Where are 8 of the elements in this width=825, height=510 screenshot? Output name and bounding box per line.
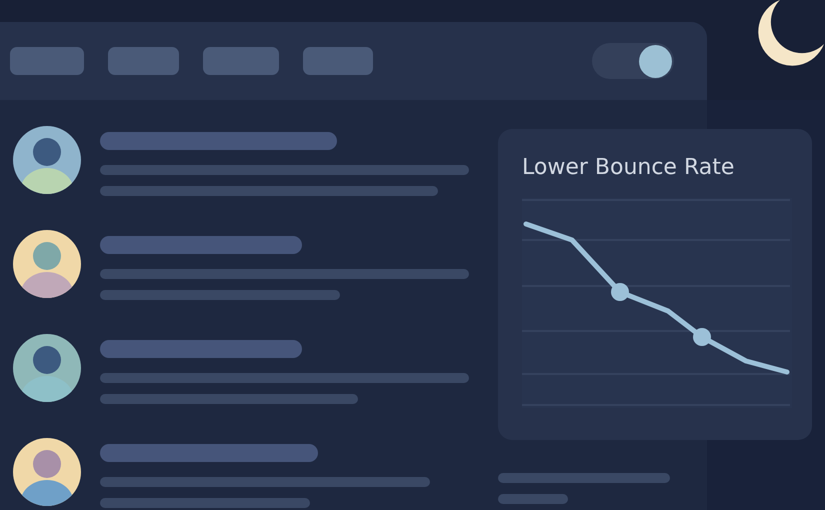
- card-title: Lower Bounce Rate: [522, 155, 734, 180]
- skeleton-line: [498, 494, 568, 504]
- moon-icon: [756, 0, 825, 68]
- tab-placeholder[interactable]: [10, 47, 84, 75]
- tab-placeholder[interactable]: [108, 47, 179, 75]
- tab-placeholder[interactable]: [203, 47, 279, 75]
- toggle-switch[interactable]: [592, 43, 674, 79]
- tab-placeholder[interactable]: [303, 47, 373, 75]
